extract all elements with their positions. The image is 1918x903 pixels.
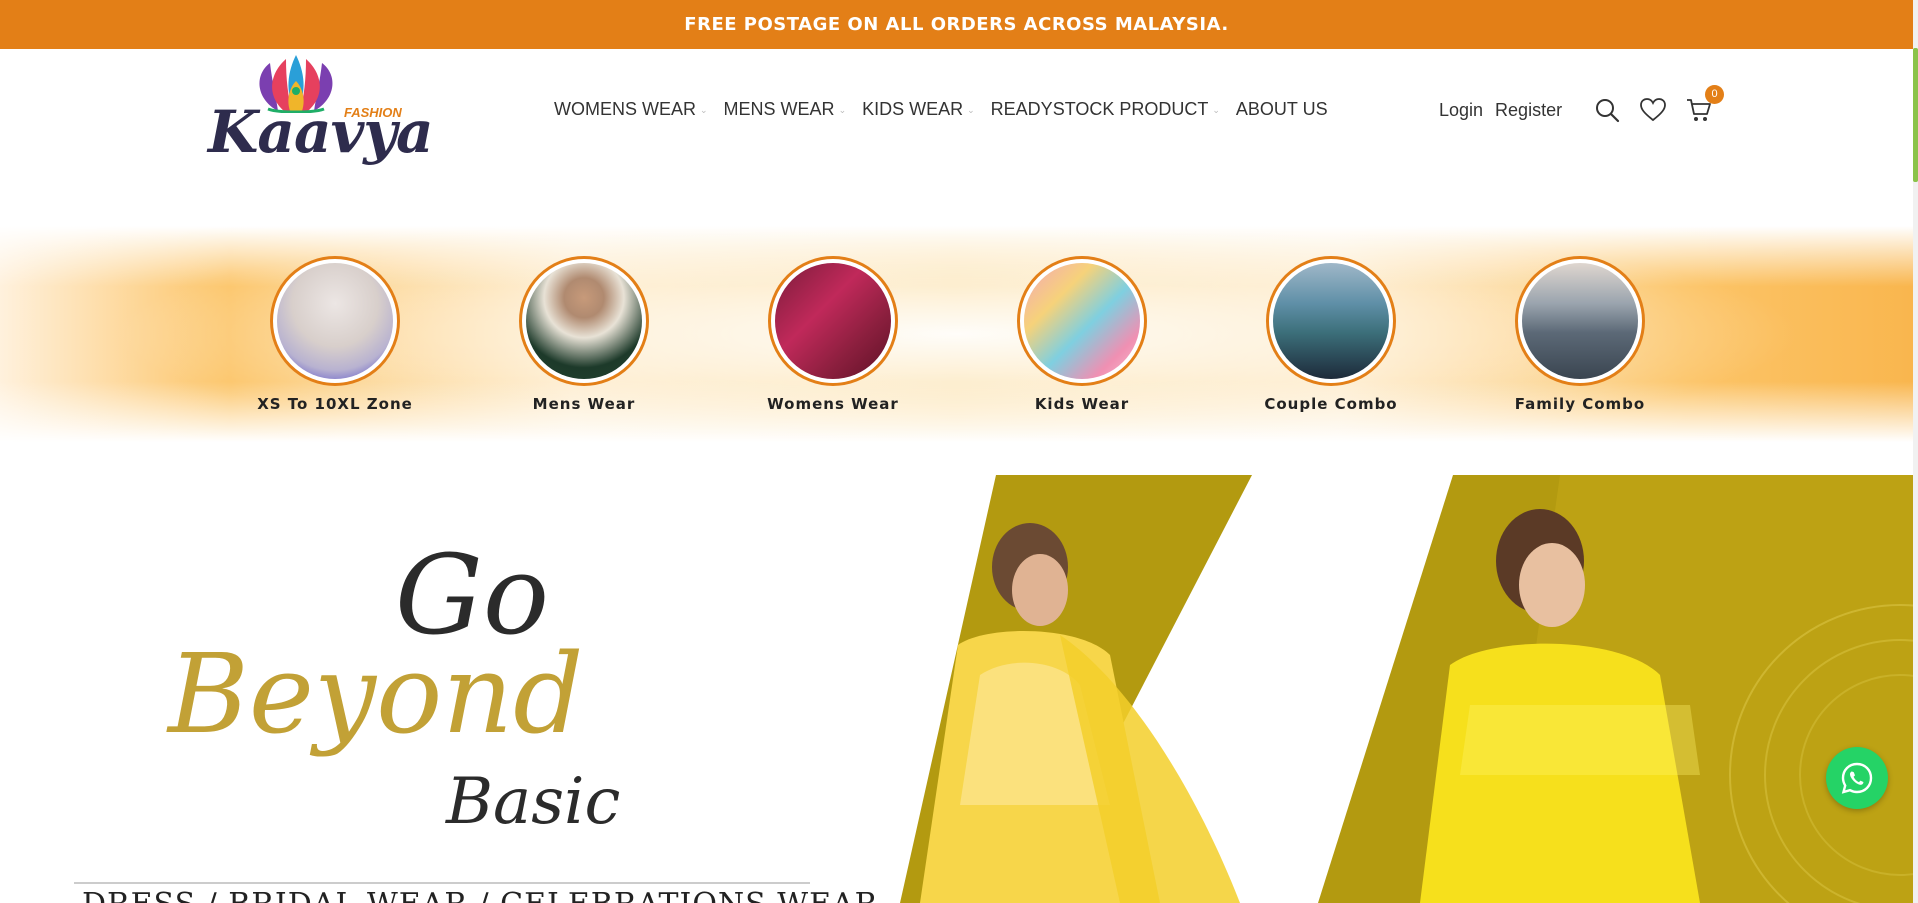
register-link[interactable]: Register xyxy=(1495,100,1562,121)
category-image-frame[interactable] xyxy=(519,256,649,386)
nav-label: READYSTOCK PRODUCT xyxy=(990,99,1209,119)
search-icon[interactable] xyxy=(1594,97,1620,123)
promo-bar: FREE POSTAGE ON ALL ORDERS ACROSS MALAYS… xyxy=(0,0,1913,49)
header-actions: Login Register 0 xyxy=(1439,85,1725,123)
category-label: Couple Combo xyxy=(1264,395,1398,413)
nav-label: KIDS WEAR xyxy=(862,99,964,119)
chevron-down-icon: ⌄ xyxy=(700,105,708,115)
category-image xyxy=(1522,263,1638,379)
cart-icon[interactable]: 0 xyxy=(1686,85,1725,123)
hero-strapline: DRESS / BRIDAL WEAR / CELEBRATIONS WEAR xyxy=(82,887,878,903)
category-label: Mens Wear xyxy=(532,395,636,413)
nav-readystock-product[interactable]: READYSTOCK PRODUCT ⌄ xyxy=(991,99,1220,120)
nav-label: WOMENS WEAR xyxy=(554,99,696,119)
cart-count-badge: 0 xyxy=(1705,85,1725,104)
scrollbar-thumb[interactable] xyxy=(1913,48,1918,182)
nav-mens-wear[interactable]: MENS WEAR ⌄ xyxy=(724,99,847,120)
heart-icon[interactable] xyxy=(1640,97,1666,123)
login-link[interactable]: Login xyxy=(1439,100,1483,121)
category-image-frame[interactable] xyxy=(1515,256,1645,386)
category-image xyxy=(277,263,393,379)
site-header: FASHION Kaavya WOMENS WEAR ⌄ MENS WEAR ⌄… xyxy=(0,49,1913,229)
category-label: XS To 10XL Zone xyxy=(257,395,413,413)
category-label: Family Combo xyxy=(1514,395,1646,413)
category-couple-combo[interactable]: Couple Combo xyxy=(1231,256,1431,413)
category-label: Kids Wear xyxy=(1034,395,1130,413)
chevron-down-icon: ⌄ xyxy=(1212,105,1220,115)
category-image xyxy=(1273,263,1389,379)
category-image xyxy=(526,263,642,379)
chevron-down-icon: ⌄ xyxy=(838,105,847,115)
category-family-combo[interactable]: Family Combo xyxy=(1480,256,1680,413)
category-image-frame[interactable] xyxy=(270,256,400,386)
category-xs-to-10xl[interactable]: XS To 10XL Zone xyxy=(235,256,435,413)
brand-logo[interactable]: FASHION Kaavya xyxy=(208,53,434,171)
page-scrollbar[interactable] xyxy=(1913,0,1918,903)
nav-label: ABOUT US xyxy=(1235,99,1328,119)
promo-text: FREE POSTAGE ON ALL ORDERS ACROSS MALAYS… xyxy=(684,14,1229,35)
hero-divider xyxy=(74,882,810,884)
category-image-frame[interactable] xyxy=(1017,256,1147,386)
category-kids-wear[interactable]: Kids Wear xyxy=(982,256,1182,413)
main-nav: WOMENS WEAR ⌄ MENS WEAR ⌄ KIDS WEAR ⌄ RE… xyxy=(554,99,1328,120)
nav-label: MENS WEAR xyxy=(723,99,835,119)
category-mens-wear[interactable]: Mens Wear xyxy=(484,256,684,413)
category-image-frame[interactable] xyxy=(1266,256,1396,386)
nav-kids-wear[interactable]: KIDS WEAR ⌄ xyxy=(862,99,975,120)
category-image-frame[interactable] xyxy=(768,256,898,386)
category-womens-wear[interactable]: Womens Wear xyxy=(733,256,933,413)
hero-banner[interactable]: Go Beyond Basic DRESS / BRIDAL WEAR / CE… xyxy=(0,475,1913,903)
hero-headline-basic: Basic xyxy=(446,765,621,839)
nav-womens-wear[interactable]: WOMENS WEAR ⌄ xyxy=(554,99,708,120)
category-label: Womens Wear xyxy=(767,395,899,413)
category-image xyxy=(775,263,891,379)
whatsapp-icon[interactable] xyxy=(1826,747,1888,809)
nav-about-us[interactable]: ABOUT US xyxy=(1236,99,1328,120)
brand-name: Kaavya xyxy=(208,98,434,166)
category-image xyxy=(1024,263,1140,379)
hero-headline-beyond: Beyond xyxy=(168,630,584,758)
chevron-down-icon: ⌄ xyxy=(967,105,975,115)
